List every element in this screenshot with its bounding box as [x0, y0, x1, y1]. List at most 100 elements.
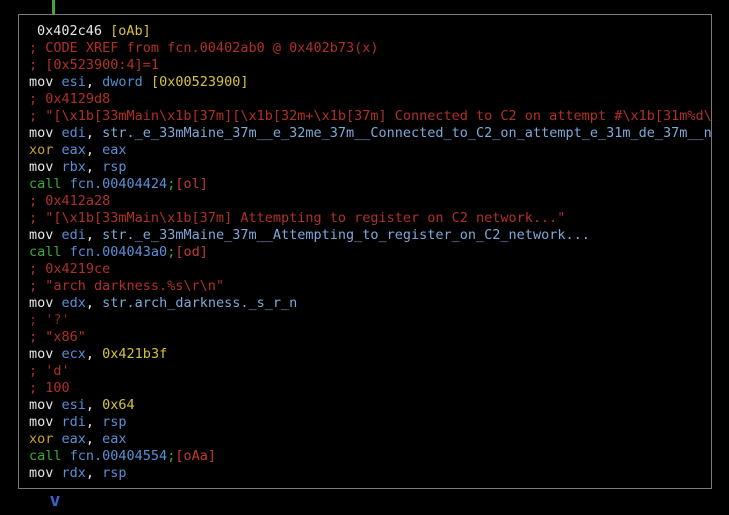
basic-block-node[interactable]: 0x402c46 [oAb] ; CODE XREF from fcn.0040… [18, 14, 712, 489]
disassembly-comment-line[interactable]: ; 0x4219ce [29, 261, 711, 278]
token-white: , [85, 431, 103, 447]
block-tag: [oAb] [110, 23, 151, 39]
comment-text: ; 0x412a28 [29, 193, 111, 209]
token-white: , [85, 74, 103, 90]
token-red: [od] [175, 244, 208, 260]
token-reg: eax [61, 431, 86, 447]
disassembly-comment-line[interactable]: ; "arch darkness.%s\r\n" [29, 278, 711, 295]
token-mnem: mov [29, 465, 62, 481]
token-white: , [85, 414, 103, 430]
block-header: 0x402c46 [oAb] [29, 23, 711, 40]
outgoing-edge-arrow-icon: v [49, 490, 61, 511]
token-reg: ecx [61, 346, 86, 362]
token-num: 0x421b3f [102, 346, 168, 362]
comment-text: ; 0x4129d8 [29, 91, 111, 107]
token-red: [oAa] [175, 448, 216, 464]
disassembly-instruction-line[interactable]: call fcn.004043a0;[od] [29, 244, 711, 261]
disassembly-comment-line[interactable]: ; [0x523900:4]=1 [29, 57, 711, 74]
token-gold: xor [29, 142, 62, 158]
disassembly-instruction-line[interactable]: call fcn.00404424;[ol] [29, 176, 711, 193]
token-num: [0x00523900] [150, 74, 249, 90]
disassembly-comment-line[interactable]: ; "[\x1b[33mMain\x1b[37m] Attempting to … [29, 210, 711, 227]
token-reg: rsp [102, 465, 127, 481]
disassembly-comment-line[interactable]: ; "x86" [29, 329, 711, 346]
disassembly-instruction-line[interactable]: xor eax, eax [29, 431, 711, 448]
token-blue: fcn.004043a0 [69, 244, 168, 260]
disassembly-comment-line[interactable]: ; 'd' [29, 363, 711, 380]
disassembly-instruction-line[interactable]: mov rdx, rsp [29, 465, 711, 482]
token-white: , [85, 142, 103, 158]
comment-text: ; CODE XREF from fcn.00402ab0 @ 0x402b73… [29, 40, 379, 56]
disassembly-instruction-line[interactable]: mov esi, dword [0x00523900] [29, 74, 711, 91]
disassembly-comment-line[interactable]: ; 0x412a28 [29, 193, 711, 210]
disassembly-comment-line[interactable]: ; "[\x1b[33mMain\x1b[37m][\x1b[32m+\x1b[… [29, 108, 711, 125]
token-green: call [29, 244, 70, 260]
disassembly-comment-line[interactable]: ; '?' [29, 312, 711, 329]
disassembly-instruction-line[interactable]: mov ecx, 0x421b3f [29, 346, 711, 363]
token-reg: rsp [102, 414, 127, 430]
comment-text: ; "arch darkness.%s\r\n" [29, 278, 225, 294]
token-green: call [29, 448, 70, 464]
comment-text: ; "[\x1b[33mMain\x1b[37m] Attempting to … [29, 210, 566, 226]
token-mnem: mov [29, 295, 62, 311]
token-white: , [85, 346, 103, 362]
incoming-edge-marker [52, 0, 55, 14]
token-reg: edi [61, 227, 86, 243]
token-reg: eax [102, 142, 127, 158]
disassembly-graph-canvas: 0x402c46 [oAb] ; CODE XREF from fcn.0040… [0, 0, 729, 515]
token-white: , [85, 465, 103, 481]
disassembly-comment-line[interactable]: ; 0x4129d8 [29, 91, 711, 108]
token-reg: rbx [61, 159, 86, 175]
token-blue: fcn.00404554 [69, 448, 168, 464]
comment-text: ; "[\x1b[33mMain\x1b[37m][\x1b[32m+\x1b[… [29, 108, 712, 124]
token-reg: rsp [102, 159, 127, 175]
token-str: str._e_33mMaine_37m__Attempting_to_regis… [102, 227, 590, 243]
token-mnem: mov [29, 125, 62, 141]
token-reg: esi [61, 397, 86, 413]
token-mnem: mov [29, 397, 62, 413]
disassembly-instruction-line[interactable]: mov edx, str.arch_darkness._s_r_n [29, 295, 711, 312]
token-reg: rdi [61, 414, 86, 430]
disassembly-lines: ; CODE XREF from fcn.00402ab0 @ 0x402b73… [29, 40, 711, 482]
token-mnem: mov [29, 159, 62, 175]
disassembly-instruction-line[interactable]: xor eax, eax [29, 142, 711, 159]
token-gold: xor [29, 431, 62, 447]
token-white: , [85, 295, 103, 311]
token-reg: edx [61, 295, 86, 311]
token-cyan: dword [102, 74, 151, 90]
disassembly-instruction-line[interactable]: mov rdi, rsp [29, 414, 711, 431]
disassembly-instruction-line[interactable]: mov rbx, rsp [29, 159, 711, 176]
disassembly-instruction-line[interactable]: mov esi, 0x64 [29, 397, 711, 414]
token-mnem: mov [29, 227, 62, 243]
disassembly-instruction-line[interactable]: call fcn.00404554;[oAa] [29, 448, 711, 465]
token-str: str._e_33mMaine_37m__e_32me_37m__Connect… [102, 125, 712, 141]
token-reg: edi [61, 125, 86, 141]
disassembly-comment-line[interactable]: ; CODE XREF from fcn.00402ab0 @ 0x402b73… [29, 40, 711, 57]
token-mnem: mov [29, 414, 62, 430]
token-reg: esi [61, 74, 86, 90]
block-address: 0x402c46 [37, 23, 103, 39]
comment-text: ; 'd' [29, 363, 70, 379]
token-mnem: mov [29, 346, 62, 362]
comment-text: ; '?' [29, 312, 70, 328]
token-white: , [85, 227, 103, 243]
token-white: , [85, 397, 103, 413]
token-white: , [85, 159, 103, 175]
basic-block-body: 0x402c46 [oAb] ; CODE XREF from fcn.0040… [19, 15, 711, 482]
token-num: 0x64 [102, 397, 135, 413]
disassembly-instruction-line[interactable]: mov edi, str._e_33mMaine_37m__Attempting… [29, 227, 711, 244]
disassembly-comment-line[interactable]: ; 100 [29, 380, 711, 397]
comment-text: ; 0x4219ce [29, 261, 111, 277]
token-str: str.arch_darkness._s_r_n [102, 295, 298, 311]
token-blue: fcn.00404424 [69, 176, 168, 192]
token-mnem: mov [29, 74, 62, 90]
token-reg: eax [61, 142, 86, 158]
comment-text: ; "x86" [29, 329, 86, 345]
token-reg: eax [102, 431, 127, 447]
comment-text: ; [0x523900:4]=1 [29, 57, 160, 73]
token-reg: rdx [61, 465, 86, 481]
disassembly-instruction-line[interactable]: mov edi, str._e_33mMaine_37m__e_32me_37m… [29, 125, 711, 142]
token-white: , [85, 125, 103, 141]
token-red: [ol] [175, 176, 208, 192]
token-green: call [29, 176, 70, 192]
